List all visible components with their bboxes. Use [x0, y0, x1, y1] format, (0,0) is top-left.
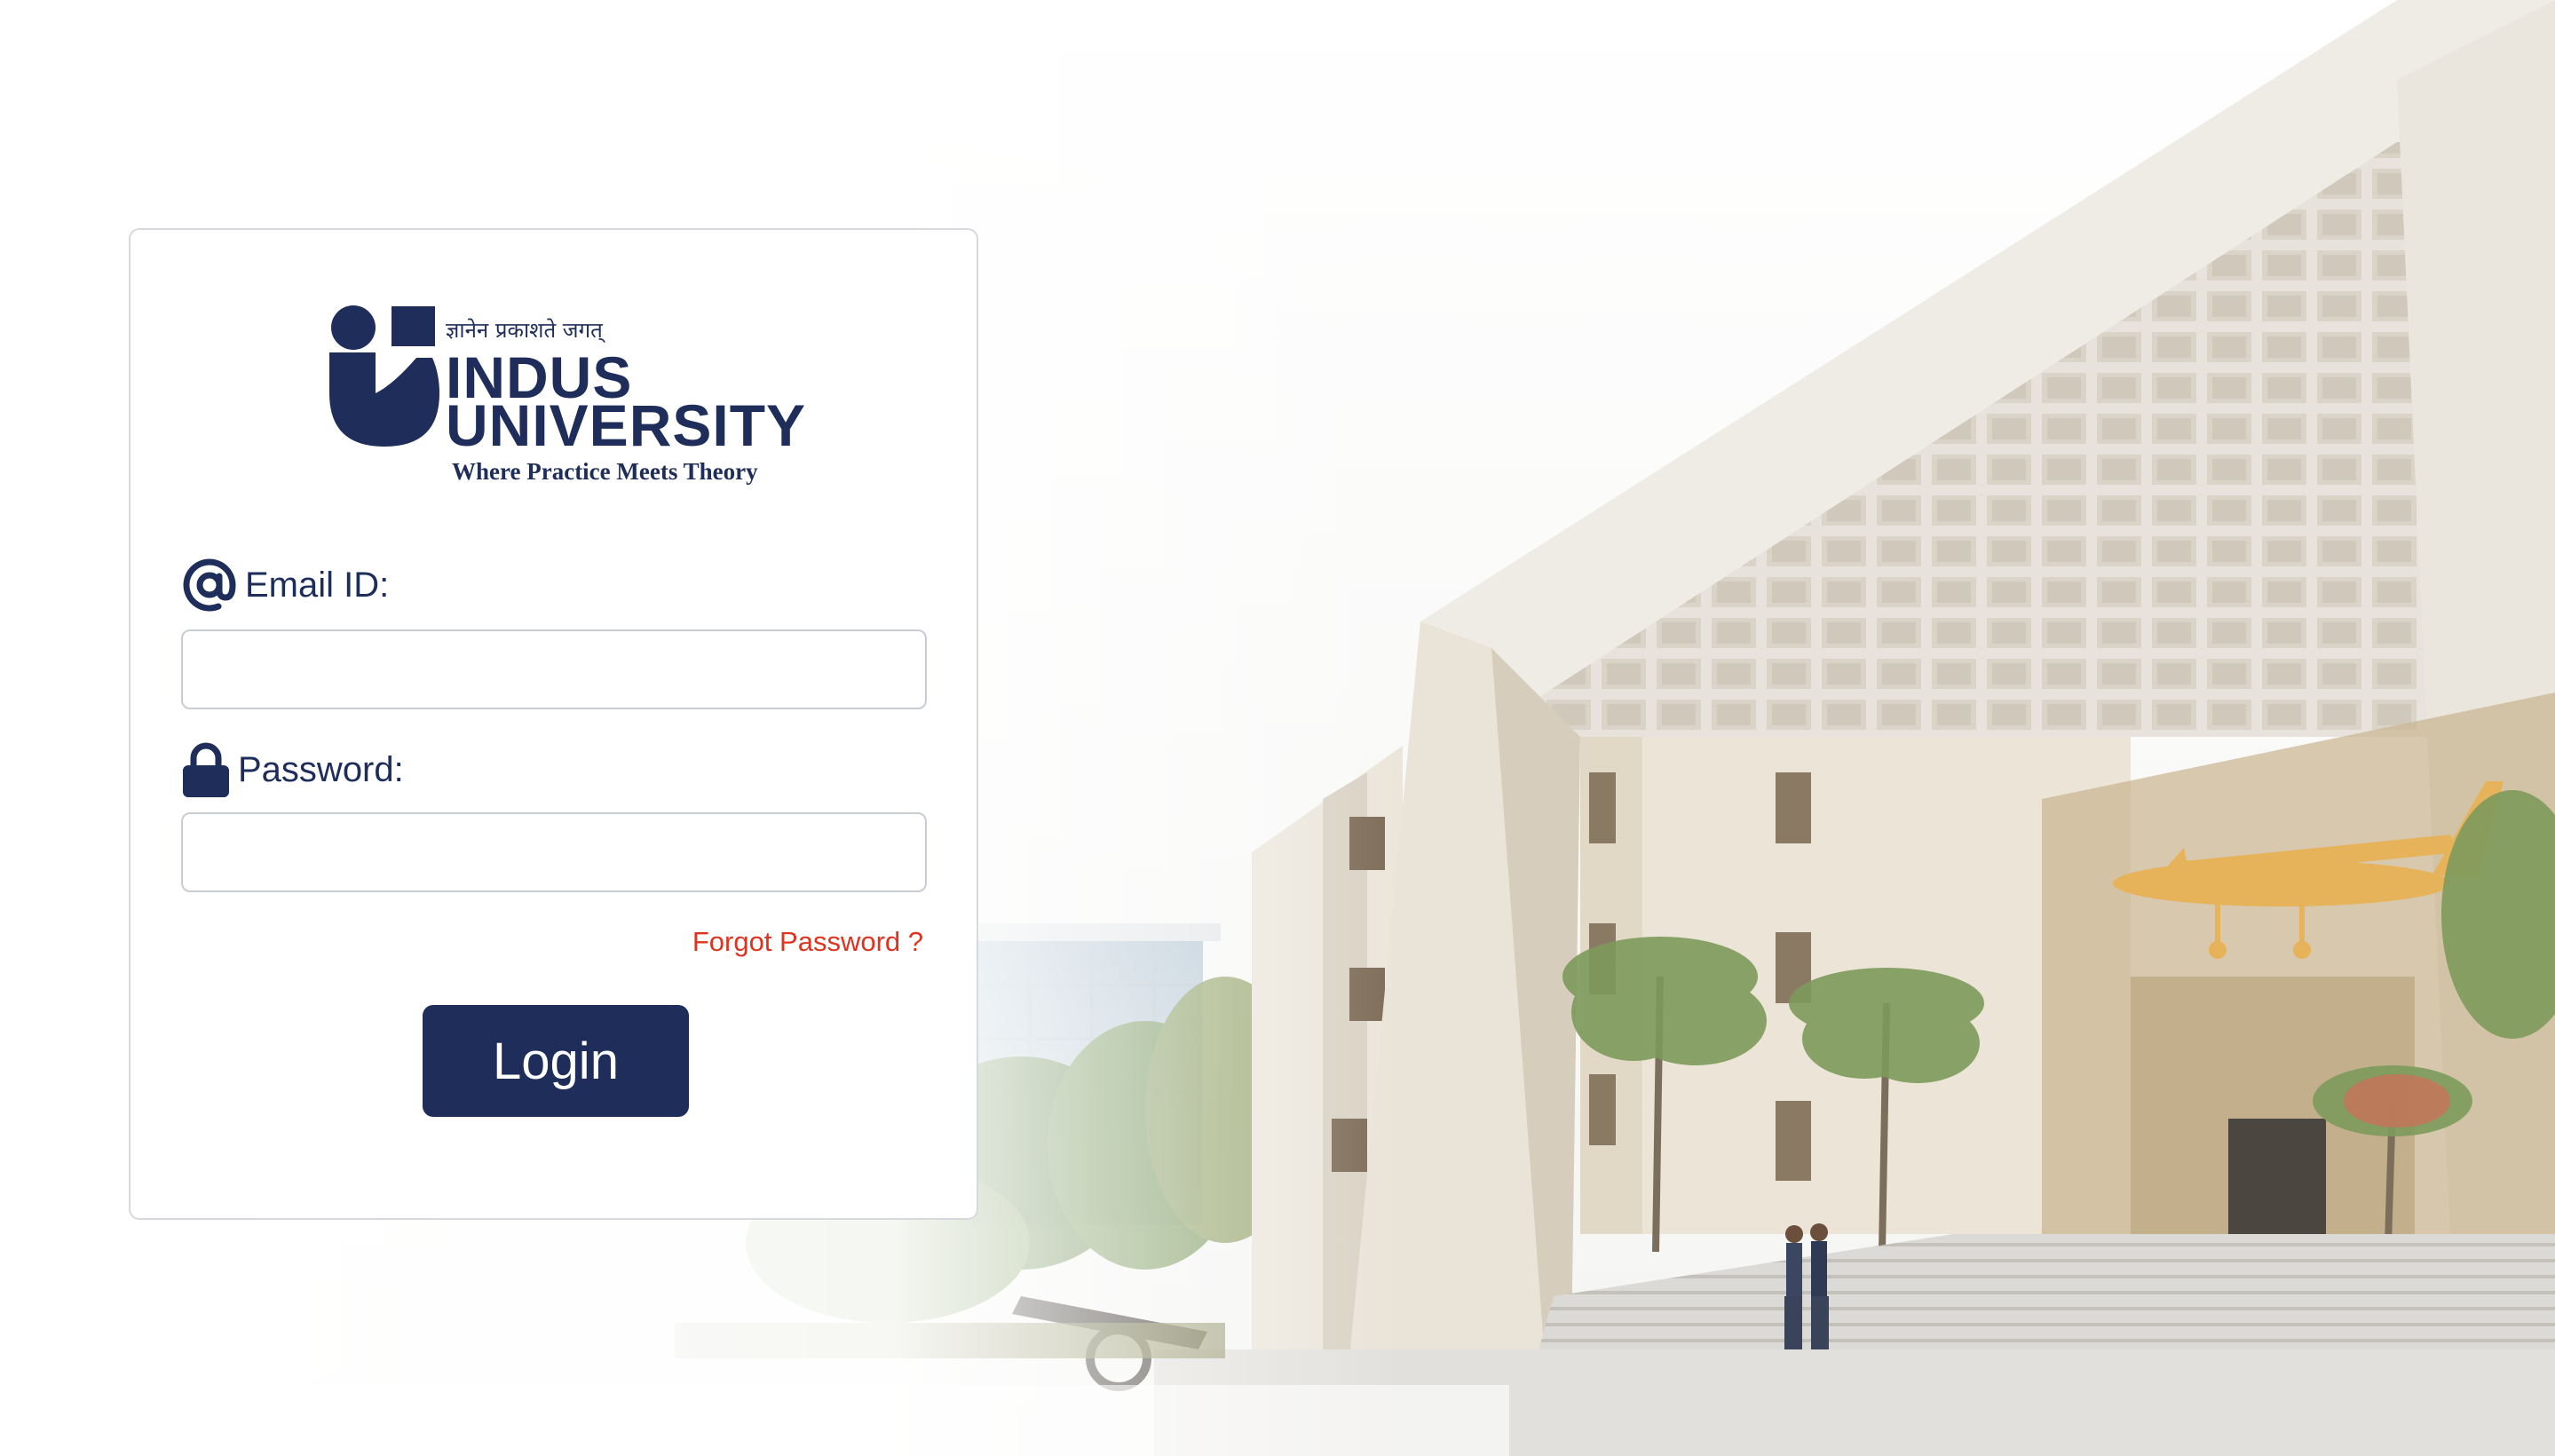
- login-card: ज्ञानेन प्रकाशते जगत् INDUS UNIVERSITY W…: [129, 228, 978, 1220]
- password-label-text: Password:: [238, 749, 404, 789]
- university-logo: ज्ञानेन प्रकाशते जगत् INDUS UNIVERSITY W…: [329, 305, 805, 491]
- email-label-text: Email ID:: [245, 565, 390, 605]
- password-input[interactable]: [181, 812, 927, 892]
- logo-hindi-tagline: ज्ञानेन प्रकाशते जगत्: [446, 318, 603, 343]
- email-input[interactable]: [181, 629, 927, 709]
- forgot-password-link[interactable]: Forgot Password ?: [692, 926, 923, 958]
- email-label: Email ID:: [181, 557, 389, 613]
- login-button[interactable]: Login: [423, 1005, 689, 1117]
- logo-slogan: Where Practice Meets Theory: [452, 458, 758, 485]
- logo-name-university: UNIVERSITY: [446, 392, 807, 458]
- university-logo-mark: [329, 305, 439, 447]
- lock-icon: [181, 740, 231, 799]
- password-label: Password:: [181, 740, 404, 799]
- at-sign-icon: [181, 557, 238, 613]
